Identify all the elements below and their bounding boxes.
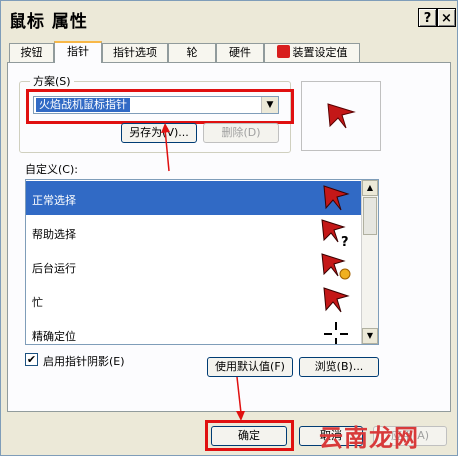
list-item[interactable]: 帮助选择 ? [26, 215, 362, 249]
list-item-label: 忙 [32, 296, 43, 309]
tab-device-settings-label: 装置设定值 [292, 46, 348, 59]
use-default-button[interactable]: 使用默认值(F) [207, 357, 293, 377]
window-title: 鼠标 属性 [9, 12, 88, 32]
shadow-label: 启用指针阴影(E) [43, 355, 125, 368]
close-button[interactable]: × [437, 8, 456, 27]
list-item[interactable]: 精确定位 [26, 317, 362, 344]
browse-button[interactable]: 浏览(B)... [299, 357, 379, 377]
busy-cursor-icon [323, 287, 350, 313]
tab-device-settings[interactable]: 装置设定值 [264, 43, 360, 62]
shadow-checkbox[interactable]: ✔ [25, 353, 38, 366]
help-button[interactable]: ? [418, 8, 437, 27]
crosshair-cursor-icon [324, 322, 348, 344]
arrow-cursor-icon [323, 185, 350, 211]
scroll-up-icon[interactable]: ▲ [362, 180, 378, 196]
watermark: 云南龙网 [319, 423, 419, 452]
scroll-down-icon[interactable]: ▼ [362, 328, 378, 344]
annotation-arrow-up-icon [161, 123, 170, 172]
svg-text:?: ? [341, 235, 349, 248]
working-cursor-icon [321, 253, 351, 280]
list-item-label: 正常选择 [32, 194, 76, 207]
list-scrollbar[interactable]: ▲ ▼ [361, 180, 378, 344]
device-settings-icon [276, 45, 290, 58]
tab-pointers[interactable]: 指针 [54, 41, 102, 63]
list-item[interactable]: 后台运行 [26, 249, 362, 283]
list-item[interactable]: 忙 [26, 283, 362, 317]
list-item-label: 后台运行 [32, 262, 76, 275]
help-cursor-icon: ? [321, 219, 349, 248]
tab-hardware[interactable]: 硬件 [216, 43, 264, 62]
title-bar: 鼠标 属性 ? × [1, 1, 457, 34]
flame-jet-cursor-icon [327, 103, 356, 129]
list-item-label: 精确定位 [32, 330, 76, 343]
tab-pointer-options[interactable]: 指针选项 [102, 43, 168, 62]
tab-buttons[interactable]: 按钮 [9, 43, 54, 62]
pointer-preview [301, 81, 381, 151]
tab-wheel[interactable]: 轮 [168, 43, 216, 62]
scheme-label: 方案(S) [30, 73, 74, 89]
scroll-thumb[interactable] [363, 197, 377, 235]
delete-button[interactable]: 删除(D) [203, 123, 279, 143]
mouse-properties-window: 鼠标 属性 ? × 按钮 指针 指针选项 轮 硬件 装置设定值 方案(S) 火焰… [0, 0, 458, 456]
highlight-ok-box [205, 420, 294, 451]
list-item[interactable]: 正常选择 [26, 181, 362, 215]
custom-label: 自定义(C): [25, 163, 78, 176]
pointer-list[interactable]: 正常选择 帮助选择 ? 后台运行 忙 精确定位 ▲ ▼ [25, 179, 379, 345]
annotation-arrow-down-icon [236, 376, 245, 421]
list-item-label: 帮助选择 [32, 228, 76, 241]
